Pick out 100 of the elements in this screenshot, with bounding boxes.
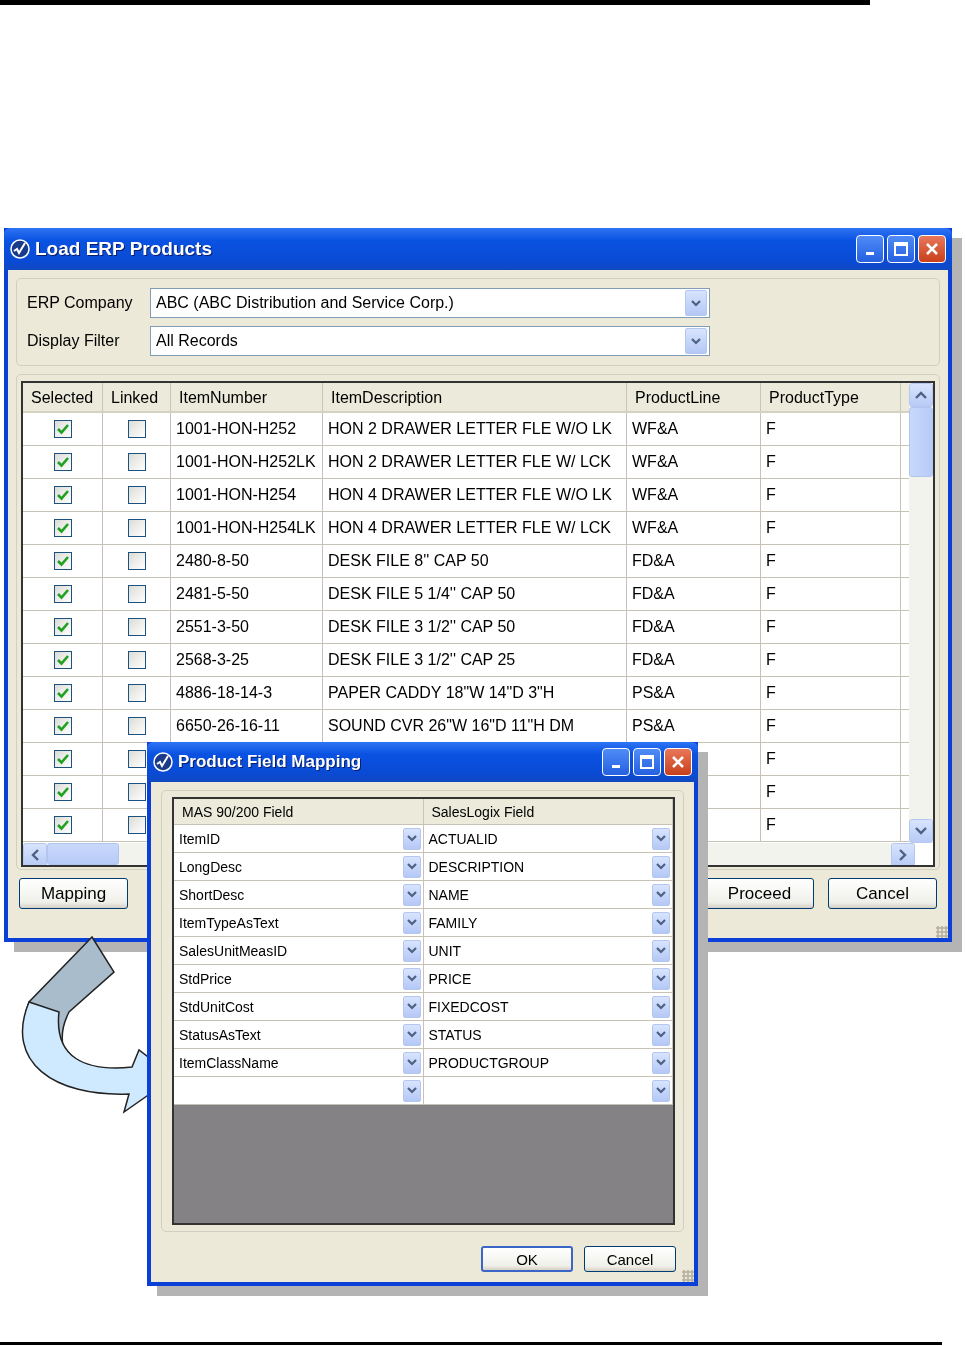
chevron-down-icon — [691, 299, 701, 307]
dropdown-arrow-button[interactable] — [652, 995, 670, 1018]
table-cell: DESK FILE 8'' CAP 50 — [323, 545, 627, 577]
chevron-down-icon — [406, 835, 417, 842]
checkbox[interactable] — [127, 552, 146, 570]
checkbox[interactable] — [53, 684, 72, 702]
scroll-down-button[interactable] — [909, 819, 933, 843]
dropdown-cell[interactable]: SalesUnitMeasID — [174, 937, 424, 964]
checkbox[interactable] — [53, 585, 72, 603]
column-header: Selected — [23, 383, 103, 411]
dropdown-cell[interactable]: StdPrice — [174, 965, 424, 992]
maximize-button[interactable] — [887, 235, 915, 263]
scroll-thumb[interactable] — [47, 843, 119, 865]
dropdown-arrow-button[interactable] — [402, 827, 421, 850]
dropdown-arrow-button[interactable] — [652, 1023, 670, 1046]
close-icon — [671, 755, 685, 769]
dropdown-arrow-button[interactable] — [652, 939, 670, 962]
minimize-button[interactable] — [856, 235, 884, 263]
dropdown-arrow-button[interactable] — [402, 1023, 421, 1046]
dropdown-cell[interactable]: StatusAsText — [174, 1021, 424, 1048]
chevron-down-icon — [656, 835, 666, 842]
close-button[interactable] — [664, 748, 692, 776]
checkbox[interactable] — [53, 618, 72, 636]
button[interactable]: Proceed — [705, 878, 814, 909]
dropdown-arrow-button[interactable] — [652, 1079, 670, 1102]
dropdown-arrow-button[interactable] — [685, 290, 707, 316]
dropdown-cell[interactable]: ACTUALID — [423, 825, 673, 852]
dropdown-cell[interactable]: FAMILY — [423, 909, 673, 936]
dropdown-field[interactable]: All Records — [150, 326, 710, 356]
checkbox[interactable] — [127, 420, 146, 438]
dropdown-field[interactable]: ABC (ABC Distribution and Service Corp.) — [150, 288, 710, 318]
dropdown-cell[interactable]: LongDesc — [174, 853, 424, 880]
dropdown-arrow-button[interactable] — [652, 827, 670, 850]
table-cell: 1001-HON-H252LK — [171, 446, 323, 478]
dropdown-arrow-button[interactable] — [402, 855, 421, 878]
checkbox[interactable] — [127, 783, 146, 801]
dropdown-arrow-button[interactable] — [402, 1051, 421, 1074]
checkbox[interactable] — [53, 783, 72, 801]
dropdown-cell[interactable]: ItemClassName — [174, 1049, 424, 1076]
dropdown-cell[interactable]: FIXEDCOST — [423, 993, 673, 1020]
checkbox[interactable] — [53, 651, 72, 669]
resize-grip[interactable] — [936, 926, 948, 938]
checkbox[interactable] — [127, 519, 146, 537]
dropdown-cell[interactable]: ShortDesc — [174, 881, 424, 908]
button[interactable]: Cancel — [584, 1246, 676, 1272]
scroll-thumb[interactable] — [909, 407, 933, 477]
dropdown-arrow-button[interactable] — [652, 883, 670, 906]
dropdown-cell[interactable]: NAME — [423, 881, 673, 908]
dropdown-cell[interactable]: StdUnitCost — [174, 993, 424, 1020]
dropdown-arrow-button[interactable] — [685, 328, 707, 354]
dropdown-arrow-button[interactable] — [402, 911, 421, 934]
checkbox[interactable] — [127, 486, 146, 504]
checkbox[interactable] — [127, 750, 146, 768]
column-header: MAS 90/200 Field — [174, 799, 424, 824]
chevron-down-icon — [656, 863, 666, 870]
dropdown-cell[interactable]: DESCRIPTION — [423, 853, 673, 880]
scroll-up-button[interactable] — [909, 383, 933, 407]
scroll-right-button[interactable] — [891, 843, 915, 865]
checkbox[interactable] — [127, 816, 146, 834]
table-cell: F — [761, 611, 901, 643]
checkbox[interactable] — [53, 519, 72, 537]
dropdown-arrow-button[interactable] — [402, 1079, 421, 1102]
resize-grip[interactable] — [682, 1270, 694, 1282]
button[interactable]: Mapping — [19, 878, 128, 909]
dropdown-cell[interactable]: PRICE — [423, 965, 673, 992]
checkbox[interactable] — [127, 618, 146, 636]
vertical-scrollbar[interactable] — [909, 383, 933, 843]
minimize-button[interactable] — [602, 748, 630, 776]
scroll-left-button[interactable] — [23, 843, 47, 865]
checkbox[interactable] — [53, 420, 72, 438]
dropdown-arrow-button[interactable] — [652, 911, 670, 934]
checkbox[interactable] — [127, 717, 146, 735]
dropdown-arrow-button[interactable] — [402, 967, 421, 990]
dropdown-arrow-button[interactable] — [402, 939, 421, 962]
checkbox[interactable] — [53, 717, 72, 735]
dropdown-cell[interactable]: ItemTypeAsText — [174, 909, 424, 936]
button[interactable]: OK — [481, 1246, 573, 1272]
dropdown-arrow-button[interactable] — [652, 855, 670, 878]
dropdown-cell[interactable]: ItemID — [174, 825, 424, 852]
maximize-button[interactable] — [633, 748, 661, 776]
checkbox[interactable] — [127, 684, 146, 702]
checkbox[interactable] — [127, 585, 146, 603]
checkbox[interactable] — [53, 552, 72, 570]
checkbox[interactable] — [127, 651, 146, 669]
checkbox[interactable] — [53, 750, 72, 768]
dropdown-cell[interactable]: STATUS — [423, 1021, 673, 1048]
checkbox[interactable] — [53, 453, 72, 471]
dropdown-arrow-button[interactable] — [402, 995, 421, 1018]
dropdown-cell[interactable]: PRODUCTGROUP — [423, 1049, 673, 1076]
window-title: Product Field Mapping — [178, 752, 363, 772]
dropdown-arrow-button[interactable] — [652, 967, 670, 990]
button[interactable]: Cancel — [828, 878, 937, 909]
checkbox[interactable] — [127, 453, 146, 471]
checkbox[interactable] — [53, 816, 72, 834]
checkbox[interactable] — [53, 486, 72, 504]
dropdown-arrow-button[interactable] — [402, 883, 421, 906]
table-cell: 2551-3-50 — [171, 611, 323, 643]
dropdown-cell[interactable]: UNIT — [423, 937, 673, 964]
dropdown-arrow-button[interactable] — [652, 1051, 670, 1074]
close-button[interactable] — [918, 235, 946, 263]
